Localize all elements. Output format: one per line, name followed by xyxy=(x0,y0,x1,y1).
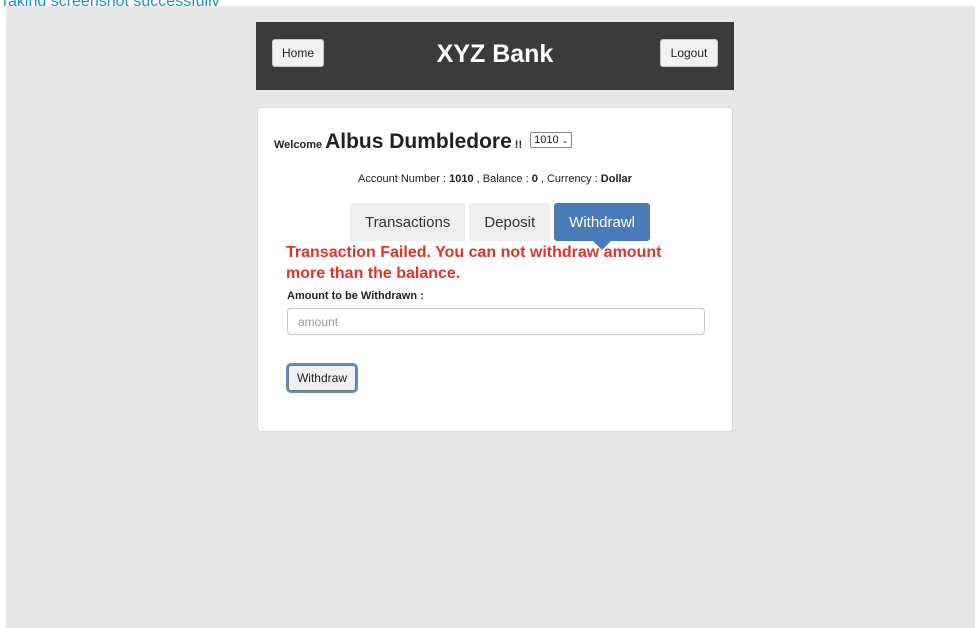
withdraw-button[interactable]: Withdraw xyxy=(288,365,356,391)
balance-label: , Balance : xyxy=(473,173,532,185)
currency-value: Dollar xyxy=(600,173,632,185)
account-select[interactable]: 1010 ⌄ xyxy=(530,132,573,148)
welcome-row: Welcome Albus Dumbledore !! 1010 ⌄ xyxy=(274,130,573,154)
tab-withdrawl[interactable]: Withdrawl xyxy=(554,203,651,250)
amount-label: Amount to be Withdrawn : xyxy=(287,290,424,302)
welcome-suffix: !! xyxy=(514,139,523,151)
amount-input[interactable] xyxy=(287,308,705,335)
transaction-tabs: Transactions Deposit Withdrawl xyxy=(350,203,651,250)
welcome-prefix: Welcome xyxy=(274,139,323,151)
currency-label: , Currency : xyxy=(537,173,601,185)
account-info: Account Number : 1010 , Balance : 0 , Cu… xyxy=(258,173,732,185)
logout-button[interactable]: Logout xyxy=(660,39,718,67)
tab-deposit[interactable]: Deposit xyxy=(469,203,551,241)
customer-name: Albus Dumbledore xyxy=(325,130,512,153)
tab-transactions[interactable]: Transactions xyxy=(350,203,466,241)
account-card: Welcome Albus Dumbledore !! 1010 ⌄ Accou… xyxy=(257,107,733,432)
app-header: Home XYZ Bank Logout xyxy=(256,22,734,90)
account-number: 1010 xyxy=(449,173,474,185)
chevron-down-icon: ⌄ xyxy=(561,135,569,145)
account-number-label: Account Number : xyxy=(358,173,450,185)
error-message: Transaction Failed. You can not withdraw… xyxy=(286,244,662,282)
account-select-value: 1010 xyxy=(534,134,559,146)
